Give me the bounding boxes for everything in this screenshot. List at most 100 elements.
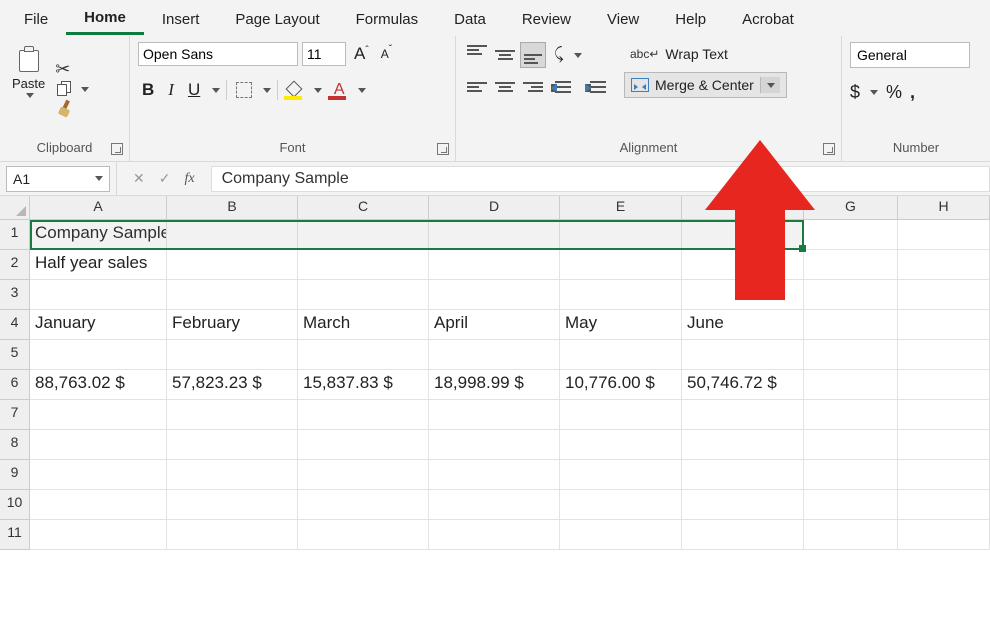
dialog-launcher-icon[interactable] — [111, 143, 123, 155]
cell-C8[interactable] — [298, 430, 429, 460]
col-header-B[interactable]: B — [167, 196, 298, 220]
select-all-triangle[interactable] — [0, 196, 30, 220]
cell-C2[interactable] — [298, 250, 429, 280]
comma-format-button[interactable]: , — [910, 82, 915, 103]
fx-icon[interactable]: fx — [184, 171, 194, 187]
cell-A9[interactable] — [30, 460, 167, 490]
increase-indent-button[interactable] — [582, 76, 608, 98]
cell-D9[interactable] — [429, 460, 560, 490]
row-header-5[interactable]: 5 — [0, 340, 30, 370]
worksheet[interactable]: A B C D E F G H 1 2 3 4 5 6 7 8 9 10 11 … — [0, 196, 990, 624]
cell-G6[interactable] — [804, 370, 898, 400]
cell-B9[interactable] — [167, 460, 298, 490]
row-header-6[interactable]: 6 — [0, 370, 30, 400]
cell-E7[interactable] — [560, 400, 682, 430]
cell-B5[interactable] — [167, 340, 298, 370]
cell-G7[interactable] — [804, 400, 898, 430]
cell-A1[interactable]: Company Sample — [30, 220, 167, 250]
cell-B2[interactable] — [167, 250, 298, 280]
cancel-formula-button[interactable]: ✕ — [133, 170, 145, 187]
merge-center-button[interactable]: Merge & Center — [624, 72, 787, 98]
cell-E3[interactable] — [560, 280, 682, 310]
cell-C3[interactable] — [298, 280, 429, 310]
align-bottom-button[interactable] — [520, 42, 546, 68]
cell-E6[interactable]: 10,776.00 $ — [560, 370, 682, 400]
row-header-10[interactable]: 10 — [0, 490, 30, 520]
cell-E5[interactable] — [560, 340, 682, 370]
col-header-F[interactable]: F — [682, 196, 804, 220]
tab-page-layout[interactable]: Page Layout — [217, 3, 337, 34]
cell-A11[interactable] — [30, 520, 167, 550]
cell-H6[interactable] — [898, 370, 990, 400]
chevron-down-icon[interactable] — [870, 90, 878, 95]
cell-C7[interactable] — [298, 400, 429, 430]
tab-acrobat[interactable]: Acrobat — [724, 3, 812, 34]
cell-H3[interactable] — [898, 280, 990, 310]
tab-home[interactable]: Home — [66, 1, 144, 35]
increase-font-button[interactable]: Aˆ — [350, 44, 373, 64]
col-header-G[interactable]: G — [804, 196, 898, 220]
cell-E9[interactable] — [560, 460, 682, 490]
row-header-7[interactable]: 7 — [0, 400, 30, 430]
cell-C10[interactable] — [298, 490, 429, 520]
col-header-H[interactable]: H — [898, 196, 990, 220]
chevron-down-icon[interactable] — [212, 88, 220, 93]
tab-formulas[interactable]: Formulas — [338, 3, 437, 34]
format-painter-button[interactable] — [55, 100, 89, 120]
cell-B6[interactable]: 57,823.23 $ — [167, 370, 298, 400]
tab-review[interactable]: Review — [504, 3, 589, 34]
accept-formula-button[interactable]: ✓ — [159, 170, 171, 187]
cell-C11[interactable] — [298, 520, 429, 550]
cell-D8[interactable] — [429, 430, 560, 460]
cell-H9[interactable] — [898, 460, 990, 490]
row-header-3[interactable]: 3 — [0, 280, 30, 310]
orientation-button[interactable]: ⤹ — [550, 46, 568, 64]
cell-F3[interactable] — [682, 280, 804, 310]
cell-B10[interactable] — [167, 490, 298, 520]
cell-G1[interactable] — [804, 220, 898, 250]
cell-A8[interactable] — [30, 430, 167, 460]
cell-C6[interactable]: 15,837.83 $ — [298, 370, 429, 400]
chevron-down-icon[interactable] — [263, 88, 271, 93]
cell-H11[interactable] — [898, 520, 990, 550]
cell-D2[interactable] — [429, 250, 560, 280]
tab-file[interactable]: File — [6, 3, 66, 34]
cell-A2[interactable]: Half year sales — [30, 250, 167, 280]
cell-F7[interactable] — [682, 400, 804, 430]
cell-A5[interactable] — [30, 340, 167, 370]
cell-H2[interactable] — [898, 250, 990, 280]
cell-D6[interactable]: 18,998.99 $ — [429, 370, 560, 400]
tab-help[interactable]: Help — [657, 3, 724, 34]
dialog-launcher-icon[interactable] — [823, 143, 835, 155]
cell-H1[interactable] — [898, 220, 990, 250]
tab-data[interactable]: Data — [436, 3, 504, 34]
cell-H7[interactable] — [898, 400, 990, 430]
borders-button[interactable] — [233, 80, 255, 100]
font-size-select[interactable] — [302, 42, 346, 66]
align-middle-button[interactable] — [492, 42, 518, 68]
cell-B3[interactable] — [167, 280, 298, 310]
row-header-1[interactable]: 1 — [0, 220, 30, 250]
align-left-button[interactable] — [464, 74, 490, 100]
percent-format-button[interactable]: % — [886, 82, 902, 103]
cell-A4[interactable]: January — [30, 310, 167, 340]
copy-button[interactable] — [55, 80, 89, 98]
row-header-4[interactable]: 4 — [0, 310, 30, 340]
cell-D11[interactable] — [429, 520, 560, 550]
formula-input[interactable] — [211, 166, 990, 192]
cell-B1[interactable] — [167, 220, 298, 250]
name-box[interactable]: A1 — [6, 166, 110, 192]
cell-D4[interactable]: April — [429, 310, 560, 340]
tab-view[interactable]: View — [589, 3, 657, 34]
italic-button[interactable]: I — [164, 80, 178, 100]
cell-B4[interactable]: February — [167, 310, 298, 340]
cut-button[interactable]: ✂ — [55, 60, 89, 78]
row-header-2[interactable]: 2 — [0, 250, 30, 280]
cell-G11[interactable] — [804, 520, 898, 550]
wrap-text-button[interactable]: abc↵ Wrap Text — [624, 42, 787, 66]
cell-G4[interactable] — [804, 310, 898, 340]
cell-A7[interactable] — [30, 400, 167, 430]
cell-C9[interactable] — [298, 460, 429, 490]
cell-F2[interactable] — [682, 250, 804, 280]
number-format-select[interactable] — [850, 42, 970, 68]
